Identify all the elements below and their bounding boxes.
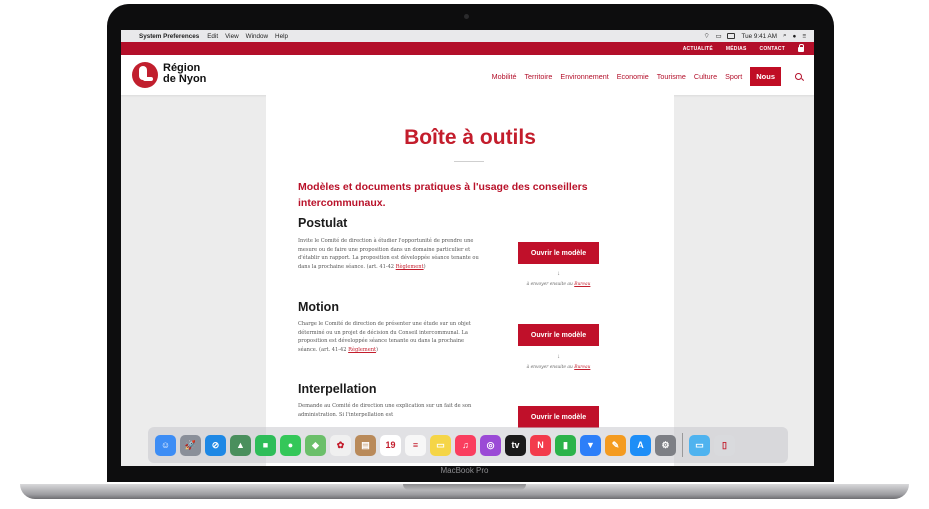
menu-help[interactable]: Help xyxy=(275,33,288,40)
send-note-postulat: à envoyer ensuite au Bureau xyxy=(518,282,599,287)
section-text-body: Invite le Comité de direction à étudier … xyxy=(298,238,479,270)
podcasts-icon[interactable]: ◎ xyxy=(480,434,501,456)
camera xyxy=(464,14,469,19)
section-text-end: ) xyxy=(376,346,379,353)
dock-separator xyxy=(682,433,683,457)
nav-nous[interactable]: Nous xyxy=(750,67,781,86)
device-label: MacBook Pro xyxy=(440,466,489,475)
logo-text[interactable]: Région de Nyon xyxy=(163,63,206,85)
app-store-icon[interactable]: A xyxy=(630,434,651,456)
downloads-folder-icon[interactable]: ▭ xyxy=(689,434,710,456)
tv-icon[interactable]: tv xyxy=(505,434,526,456)
laptop-notch xyxy=(403,484,526,490)
numbers-icon[interactable]: ▮ xyxy=(555,434,576,456)
menu-view[interactable]: View xyxy=(225,33,239,40)
open-template-button-postulat[interactable]: Ouvrir le modèle xyxy=(518,242,599,264)
clock[interactable]: Tue 9:41 AM xyxy=(741,33,776,40)
link-medias[interactable]: MÉDIAS xyxy=(726,46,747,52)
section-title-postulat: Postulat xyxy=(298,216,348,230)
safari-icon[interactable]: ⊘ xyxy=(205,434,226,456)
system-preferences-icon[interactable]: ⚙ xyxy=(655,434,676,456)
section-text-body: Charge le Comité de direction de présent… xyxy=(298,321,471,353)
keynote-icon[interactable]: ▼ xyxy=(580,434,601,456)
link-contact[interactable]: CONTACT xyxy=(760,46,785,52)
menu-edit[interactable]: Edit xyxy=(207,33,218,40)
main-nav: Mobilité Territoire Environnement Econom… xyxy=(492,67,802,86)
siri-icon[interactable]: ● xyxy=(793,33,797,40)
section-text-interpellation: Demande au Comité de direction une expli… xyxy=(298,403,472,418)
control-center-icon[interactable]: ≡ xyxy=(802,33,806,40)
messages-icon[interactable]: ● xyxy=(280,434,301,456)
calendar-icon[interactable]: 19 xyxy=(380,434,401,456)
news-icon[interactable]: N xyxy=(530,434,551,456)
open-template-button-motion[interactable]: Ouvrir le modèle xyxy=(518,324,599,346)
menu-window[interactable]: Window xyxy=(246,33,268,40)
trash-icon[interactable]: ▯ xyxy=(714,434,735,456)
section-text-postulat: Invite le Comité de direction à étudier … xyxy=(298,237,483,271)
menu-bar: System Preferences Edit View Window Help… xyxy=(121,30,814,42)
maps-icon[interactable]: ◆ xyxy=(305,434,326,456)
nav-tourisme[interactable]: Tourisme xyxy=(657,72,686,81)
launchpad-icon[interactable]: 🚀 xyxy=(180,434,201,456)
reglement-link[interactable]: Règlement xyxy=(396,264,424,270)
contacts-icon[interactable]: ▤ xyxy=(355,434,376,456)
dock: ☺ 🚀 ⊘ ▲ ■ ● ◆ ✿ ▤ 19 ≡ ▭ ♫ ◎ tv N ▮ ▼ ✎ A ⚙ ▭ ▯ xyxy=(148,427,788,463)
notes-icon[interactable]: ▭ xyxy=(430,434,451,456)
arrow-down: ↓ xyxy=(557,354,560,360)
arrow-down: ↓ xyxy=(557,271,560,277)
section-title-motion: Motion xyxy=(298,300,339,314)
music-icon[interactable]: ♫ xyxy=(455,434,476,456)
battery-icon[interactable] xyxy=(727,33,736,39)
nav-economie[interactable]: Economie xyxy=(617,72,649,81)
wifi-icon[interactable]: ⌔ xyxy=(704,32,710,40)
section-text-motion: Charge le Comité de direction de présent… xyxy=(298,320,483,354)
page-title: Boîte à outils xyxy=(404,126,536,149)
section-title-interpellation: Interpellation xyxy=(298,382,377,396)
search-icon[interactable] xyxy=(795,73,802,80)
nav-culture[interactable]: Culture xyxy=(694,72,717,81)
photos-icon[interactable]: ✿ xyxy=(330,434,351,456)
facetime-icon[interactable]: ■ xyxy=(255,434,276,456)
nav-sport[interactable]: Sport xyxy=(725,72,742,81)
spotlight-icon[interactable]: ⌕ xyxy=(783,32,787,40)
screen: System Preferences Edit View Window Help… xyxy=(121,30,814,466)
note-text: à envoyer ensuite au xyxy=(526,365,575,370)
main-content: Boîte à outils Modèles et documents prat… xyxy=(266,95,674,466)
photos-app-icon[interactable]: ▲ xyxy=(230,434,251,456)
site-header: Région de Nyon Mobilité Territoire Envir… xyxy=(121,55,814,95)
title-divider xyxy=(454,161,484,162)
reminders-icon[interactable]: ≡ xyxy=(405,434,426,456)
nav-environnement[interactable]: Environnement xyxy=(560,72,608,81)
nav-territoire[interactable]: Territoire xyxy=(524,72,552,81)
section-text-end: ) xyxy=(423,263,426,270)
nav-mobilite[interactable]: Mobilité xyxy=(492,72,517,81)
page-subtitle: Modèles et documents pratiques à l'usage… xyxy=(298,181,588,209)
menu-app-name[interactable]: System Preferences xyxy=(139,33,199,40)
utility-bar: ACTUALITÉ MÉDIAS CONTACT xyxy=(121,42,814,55)
logo-line-2: de Nyon xyxy=(163,73,207,85)
pages-icon[interactable]: ✎ xyxy=(605,434,626,456)
note-text: à envoyer ensuite au xyxy=(526,282,575,287)
link-actualite[interactable]: ACTUALITÉ xyxy=(683,46,713,52)
bureau-link[interactable]: Bureau xyxy=(574,282,590,287)
send-note-motion: à envoyer ensuite au Bureau xyxy=(518,365,599,370)
logo-icon[interactable] xyxy=(132,62,158,88)
bureau-link[interactable]: Bureau xyxy=(574,365,590,370)
reglement-link[interactable]: Règlement xyxy=(348,347,376,353)
lock-icon[interactable] xyxy=(798,44,804,52)
open-template-button-interpellation[interactable]: Ouvrir le modèle xyxy=(518,406,599,428)
finder-icon[interactable]: ☺ xyxy=(155,434,176,456)
airplay-icon[interactable]: ▭ xyxy=(716,33,722,40)
